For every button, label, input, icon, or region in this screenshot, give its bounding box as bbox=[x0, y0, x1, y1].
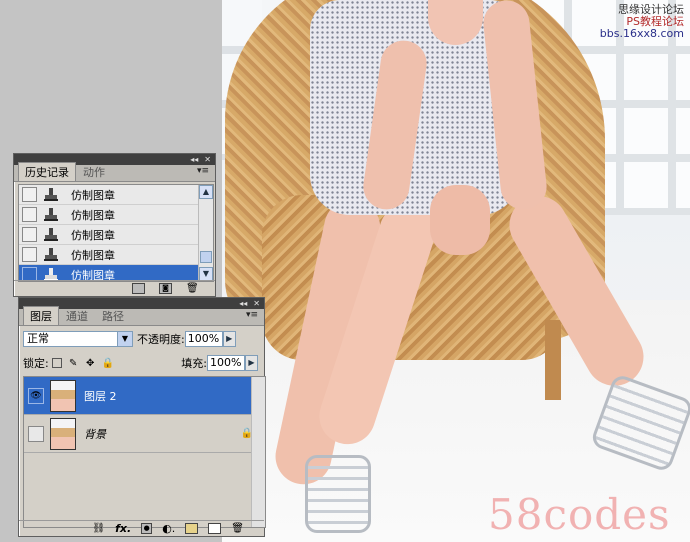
layers-tabbar: 图层 通道 路径 ▾≡ bbox=[19, 306, 264, 326]
model-hands bbox=[430, 185, 490, 255]
history-state[interactable]: 仿制图章 bbox=[19, 185, 213, 205]
tab-layers[interactable]: 图层 bbox=[23, 306, 59, 325]
watermark-bottom: 58codes bbox=[488, 490, 671, 539]
history-tabbar: 历史记录 动作 ▾≡ bbox=[14, 162, 215, 182]
new-layer-icon[interactable] bbox=[208, 523, 222, 534]
snapshot-source-checkbox[interactable] bbox=[22, 227, 37, 242]
delete-layer-icon[interactable]: 🗑 bbox=[231, 523, 244, 534]
history-state[interactable]: 仿制图章 bbox=[19, 245, 213, 265]
adjustment-layer-icon[interactable]: ◐. bbox=[162, 522, 175, 535]
mask-icon[interactable]: ● bbox=[141, 523, 153, 534]
clone-stamp-icon bbox=[44, 227, 58, 241]
visibility-toggle[interactable] bbox=[28, 425, 44, 442]
chair-leg bbox=[545, 320, 561, 400]
tab-actions[interactable]: 动作 bbox=[76, 162, 112, 181]
history-footer: ◙ 🗑 bbox=[14, 280, 215, 296]
history-state-label: 仿制图章 bbox=[71, 228, 115, 242]
close-icon[interactable]: ✕ bbox=[253, 299, 260, 308]
watermark-line: bbs.16xx8.com bbox=[599, 27, 684, 40]
history-state[interactable]: 仿制图章 bbox=[19, 225, 213, 245]
watermark-top: 思缘设计论坛 PS教程论坛 bbs.16xx8.com bbox=[600, 4, 684, 40]
snapshot-source-checkbox[interactable] bbox=[22, 207, 37, 222]
sandal bbox=[305, 455, 371, 533]
layer-name[interactable]: 图层 2 bbox=[84, 388, 117, 404]
scroll-down-icon[interactable]: ▼ bbox=[199, 267, 213, 281]
blend-opacity-row: 正常 ▼ 不透明度: 100% ▶ bbox=[23, 329, 236, 349]
lock-label: 锁定: bbox=[23, 357, 49, 370]
layer-thumbnail bbox=[50, 417, 76, 450]
lock-all-icon[interactable]: 🔒 bbox=[102, 358, 114, 369]
collapse-icon[interactable]: ◂◂ bbox=[190, 155, 198, 164]
tab-paths[interactable]: 路径 bbox=[95, 306, 131, 325]
clone-stamp-icon bbox=[44, 187, 58, 201]
lock-image-brush-icon[interactable]: ✎ bbox=[68, 358, 79, 369]
history-state-label: 仿制图章 bbox=[71, 188, 115, 202]
lock-transparent-icon[interactable] bbox=[51, 358, 62, 368]
panel-menu-icon[interactable]: ▾≡ bbox=[197, 166, 209, 176]
layers-panel: ◂◂ ✕ 图层 通道 路径 ▾≡ 正常 ▼ 不透明度: 100% ▶ 锁定: ✎… bbox=[18, 297, 266, 537]
history-state-label: 仿制图章 bbox=[71, 208, 115, 222]
history-state[interactable]: 仿制图章 bbox=[19, 205, 213, 225]
group-icon[interactable] bbox=[185, 523, 199, 534]
opacity-label: 不透明度: bbox=[137, 333, 185, 346]
layers-list: 👁 图层 2 背景 🔒 bbox=[23, 376, 266, 528]
layer-row-background[interactable]: 背景 🔒 bbox=[24, 415, 265, 453]
snapshot-source-checkbox[interactable] bbox=[22, 187, 37, 202]
layer-row[interactable]: 👁 图层 2 bbox=[24, 377, 265, 415]
snapshot-source-checkbox[interactable] bbox=[22, 247, 37, 262]
new-document-from-state-icon[interactable] bbox=[132, 283, 145, 294]
delete-state-icon[interactable]: 🗑 bbox=[186, 284, 199, 294]
clone-stamp-icon bbox=[44, 247, 58, 261]
tab-history[interactable]: 历史记录 bbox=[18, 162, 76, 181]
visibility-eye-icon[interactable]: 👁 bbox=[28, 387, 44, 404]
close-icon[interactable]: ✕ bbox=[204, 155, 211, 164]
chevron-down-icon[interactable]: ▼ bbox=[117, 332, 132, 346]
collapse-icon[interactable]: ◂◂ bbox=[239, 299, 247, 308]
clone-stamp-icon bbox=[44, 207, 58, 221]
fx-icon[interactable]: fx. bbox=[115, 522, 131, 535]
opacity-slider-arrow-icon[interactable]: ▶ bbox=[222, 331, 236, 347]
history-state-label: 仿制图章 bbox=[71, 248, 115, 262]
scroll-up-icon[interactable]: ▲ bbox=[199, 185, 213, 199]
blend-mode-value: 正常 bbox=[27, 332, 49, 345]
fill-label: 填充: bbox=[181, 357, 207, 370]
new-snapshot-icon[interactable]: ◙ bbox=[159, 283, 172, 294]
lock-position-move-icon[interactable]: ✥ bbox=[85, 358, 96, 369]
fill-slider-arrow-icon[interactable]: ▶ bbox=[245, 355, 258, 371]
history-list: 仿制图章 仿制图章 仿制图章 仿制图章 仿制图章 ▲ ▼ bbox=[18, 184, 214, 282]
opacity-field[interactable]: 100% bbox=[184, 331, 223, 347]
layer-thumbnail bbox=[50, 379, 76, 412]
layers-footer: ⛓ fx. ● ◐. 🗑 bbox=[19, 520, 264, 536]
blend-mode-select[interactable]: 正常 ▼ bbox=[23, 331, 133, 347]
lock-fill-row: 锁定: ✎ ✥ 🔒 填充: 100% ▶ bbox=[23, 353, 258, 373]
layer-name[interactable]: 背景 bbox=[84, 426, 106, 442]
panel-menu-icon[interactable]: ▾≡ bbox=[246, 310, 258, 320]
scroll-thumb[interactable] bbox=[200, 251, 212, 263]
fill-field[interactable]: 100% bbox=[207, 355, 245, 371]
tab-channels[interactable]: 通道 bbox=[59, 306, 95, 325]
history-panel: ◂◂ ✕ 历史记录 动作 ▾≡ 仿制图章 仿制图章 仿制图章 仿制图章 仿制图章… bbox=[13, 153, 216, 297]
history-scrollbar[interactable]: ▲ ▼ bbox=[198, 185, 213, 281]
layers-scrollbar[interactable] bbox=[251, 377, 265, 527]
link-layers-icon[interactable]: ⛓ bbox=[92, 523, 105, 534]
